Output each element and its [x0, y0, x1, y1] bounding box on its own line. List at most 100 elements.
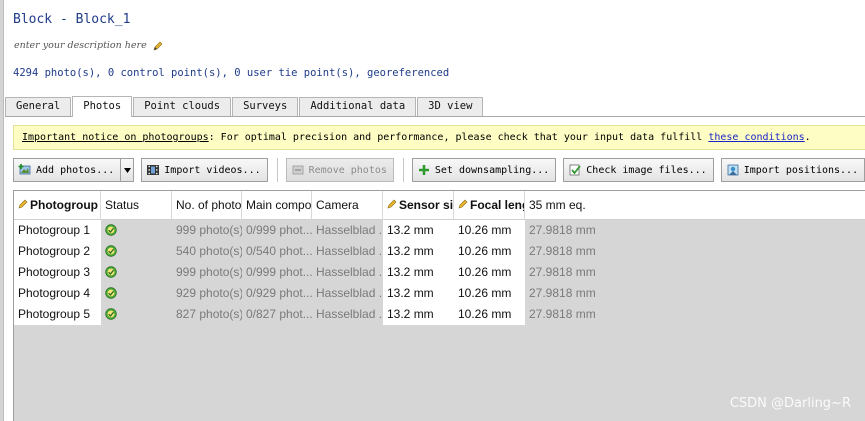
cell-photogroup[interactable]: Photogroup 1 [14, 220, 101, 241]
table-row[interactable]: Photogroup 3 999 photo(s) 0/999 phot... Has… [14, 262, 614, 283]
table-row[interactable]: Photogroup 5 827 photo(s) 0/827 phot... Has… [14, 304, 614, 325]
column-header-camera[interactable]: Camera [312, 191, 383, 220]
set-downsampling-label: Set downsampling... [434, 164, 550, 176]
cell-camera: Hasselblad ... [316, 286, 383, 300]
cell-35mm-eq[interactable]: 27.9818 mm [525, 241, 605, 262]
tab-photos[interactable]: Photos [72, 96, 133, 117]
cell-photo-count: 827 photo(s) [176, 307, 242, 321]
tab-general[interactable]: General [5, 97, 72, 116]
add-photos-button[interactable]: Add photos... [13, 158, 121, 182]
check-image-files-button[interactable]: Check image files... [563, 158, 714, 182]
tab-3d-view[interactable]: 3D view [417, 97, 484, 116]
column-header-photogroup[interactable]: Photogroup [14, 191, 101, 220]
import-videos-label: Import videos... [164, 164, 261, 176]
cell-photo-count: 929 photo(s) [176, 286, 242, 300]
cell-35mm-eq[interactable]: 27.9818 mm [525, 283, 605, 304]
cell-status [101, 304, 172, 325]
conditions-link[interactable]: these conditions [708, 132, 804, 143]
import-positions-label: Import positions... [743, 164, 859, 176]
cell-focal-length[interactable]: 10.26 mm [454, 304, 525, 325]
cell-focal-length[interactable]: 10.26 mm [454, 283, 525, 304]
cell-focal-length[interactable]: 10.26 mm [454, 262, 525, 283]
tab-point-clouds[interactable]: Point clouds [133, 97, 232, 116]
cell-35mm-eq[interactable]: 27.9818 mm [525, 220, 605, 241]
cell-35mm-eq[interactable]: 27.9818 mm [525, 262, 605, 283]
left-panel-edge [0, 0, 4, 421]
cell-photogroup[interactable]: Photogroup 3 [14, 262, 101, 283]
column-header-sensor-size[interactable]: Sensor size [383, 191, 454, 220]
cell-focal-length[interactable]: 10.26 mm [454, 241, 525, 262]
film-icon [147, 165, 160, 175]
column-header-status[interactable]: Status [101, 191, 172, 220]
import-positions-button[interactable]: Import positions... [720, 158, 865, 182]
cell-photogroup[interactable]: Photogroup 2 [14, 241, 101, 262]
cell-status [101, 220, 172, 241]
tab-additional-data[interactable]: Additional data [299, 97, 417, 116]
photogroup-notice: Important notice on photogroups: For opt… [13, 125, 865, 150]
check-circle-icon [105, 224, 117, 236]
tab-surveys[interactable]: Surveys [232, 97, 299, 116]
notice-end: . [804, 132, 811, 143]
column-header-35mm-eq[interactable]: 35 mm eq. [525, 191, 605, 220]
watermark: CSDN @Darling~R [729, 396, 851, 411]
remove-photos-button[interactable]: Remove photos [285, 158, 394, 182]
photos-toolbar: Add photos... Import videos... Remove ph… [13, 157, 865, 183]
cell-sensor-size[interactable]: 13.2 mm [383, 304, 454, 325]
cell-camera: Hasselblad ... [316, 307, 383, 321]
check-circle-icon [105, 245, 117, 257]
pencil-icon[interactable] [153, 41, 163, 51]
column-header-photo-count[interactable]: No. of photo [172, 191, 242, 220]
cell-photo-count: 999 photo(s) [176, 265, 242, 279]
import-videos-button[interactable]: Import videos... [141, 158, 268, 182]
check-circle-icon [105, 287, 117, 299]
cell-main-component: 0/999 phot... [246, 265, 312, 279]
cell-35mm-eq[interactable]: 27.9818 mm [525, 304, 605, 325]
cell-camera: Hasselblad ... [316, 265, 383, 279]
remove-photos-label: Remove photos [308, 164, 387, 176]
add-photos-icon [18, 164, 31, 175]
table-row[interactable]: Photogroup 1 999 photo(s) 0/999 phot... Has… [14, 220, 614, 241]
add-photos-label: Add photos... [36, 164, 115, 176]
table-row[interactable]: Photogroup 4 929 photo(s) 0/929 phot... Has… [14, 283, 614, 304]
check-files-icon [569, 164, 581, 176]
toolbar-separator [276, 158, 278, 182]
edit-column-icon [458, 199, 468, 209]
table-header: Photogroup Status No. of photo Main comp… [14, 191, 865, 220]
cell-status [101, 262, 172, 283]
add-photos-dropdown[interactable] [120, 158, 135, 182]
cell-status [101, 241, 172, 262]
cell-photo-count: 540 photo(s) [176, 244, 242, 258]
cell-main-component: 0/999 phot... [246, 223, 312, 237]
cell-focal-length[interactable]: 10.26 mm [454, 220, 525, 241]
block-title: Block - Block_1 [13, 12, 131, 27]
notice-title: Important notice on photogroups [22, 132, 209, 143]
check-circle-icon [105, 308, 117, 320]
table-row[interactable]: Photogroup 2 540 photo(s) 0/540 phot... Has… [14, 241, 614, 262]
set-downsampling-button[interactable]: Set downsampling... [411, 158, 557, 182]
cell-status [101, 283, 172, 304]
cell-sensor-size[interactable]: 13.2 mm [383, 262, 454, 283]
cell-photo-count: 999 photo(s) [176, 223, 242, 237]
check-image-files-label: Check image files... [586, 164, 707, 176]
cell-sensor-size[interactable]: 13.2 mm [383, 241, 454, 262]
cell-sensor-size[interactable]: 13.2 mm [383, 283, 454, 304]
photogroups-table: Photogroup Status No. of photo Main comp… [13, 190, 865, 421]
plus-icon [418, 165, 429, 175]
edit-column-icon [18, 199, 28, 209]
cell-main-component: 0/827 phot... [246, 307, 312, 321]
column-header-main-component[interactable]: Main compor [242, 191, 312, 220]
description-field[interactable]: enter your description here [14, 40, 163, 51]
toolbar-separator [402, 158, 404, 182]
add-photos-split: Add photos... [13, 158, 135, 182]
cell-camera: Hasselblad ... [316, 223, 383, 237]
block-summary: 4294 photo(s), 0 control point(s), 0 use… [13, 67, 450, 79]
column-header-focal-length[interactable]: Focal leng [454, 191, 525, 220]
cell-photogroup[interactable]: Photogroup 4 [14, 283, 101, 304]
tab-bar: General Photos Point clouds Surveys Addi… [5, 96, 865, 117]
cell-camera: Hasselblad ... [316, 244, 383, 258]
remove-icon [292, 165, 304, 175]
cell-photogroup[interactable]: Photogroup 5 [14, 304, 101, 325]
cell-sensor-size[interactable]: 13.2 mm [383, 220, 454, 241]
check-circle-icon [105, 266, 117, 278]
description-placeholder: enter your description here [14, 40, 147, 51]
